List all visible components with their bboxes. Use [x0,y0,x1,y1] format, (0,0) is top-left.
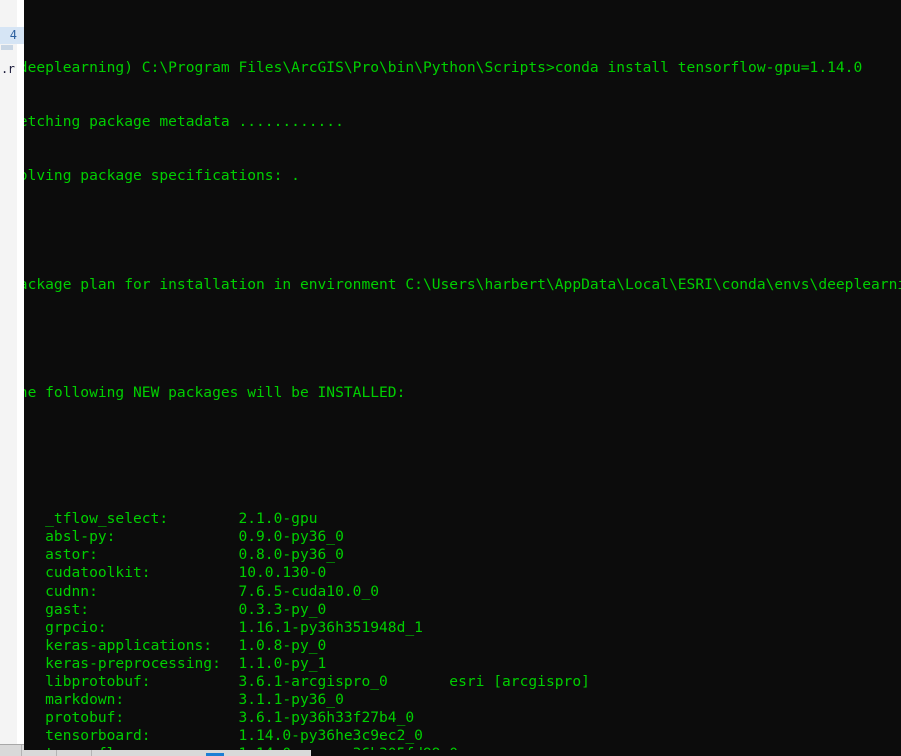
package-row: _tflow_select: 2.1.0-gpu [24,510,318,528]
editor-line-marker [1,45,13,50]
package-row: tensorboard: 1.14.0-py36he3c9ec2_0 [24,726,423,744]
package-row: keras-preprocessing: 1.1.0-py_1 [24,654,327,672]
editor-code-fragment: .r [1,62,15,76]
console-prompt-line: (deeplearning) C:\Program Files\ArcGIS\P… [24,59,863,77]
package-row: gast: 0.3.3-py_0 [24,600,327,618]
package-row: libprotobuf: 3.6.1-arcgispro_0 esri [arc… [24,672,590,690]
package-row: absl-py: 0.9.0-py36_0 [24,528,344,546]
package-row: markdown: 3.1.1-py36_0 [24,690,344,708]
package-row: cudatoolkit: 10.0.130-0 [24,564,327,582]
package-row: keras-applications: 1.0.8-py_0 [24,636,327,654]
editor-active-line-number: 4 [0,27,24,44]
console-fetching-line: Fetching package metadata ............ [24,113,344,131]
command-prompt-window[interactable]: (deeplearning) C:\Program Files\ArcGIS\P… [24,0,901,750]
taskbar-divider [21,745,22,756]
console-output[interactable]: (deeplearning) C:\Program Files\ArcGIS\P… [24,5,901,750]
console-new-packages-header: The following NEW packages will be INSTA… [24,383,406,401]
package-row: grpcio: 1.16.1-py36h351948d_1 [24,618,423,636]
package-row: tensorflow: 1.14.0-gpu_py36h305fd99_0 [24,745,901,750]
package-list: _tflow_select: 2.1.0-gpu absl-py: 0.9.0-… [24,510,901,750]
package-row: astor: 0.8.0-py36_0 [24,546,344,564]
background-window[interactable]: 4 .r [0,0,24,756]
editor-gutter [0,0,24,756]
package-row: cudnn: 7.6.5-cuda10.0_0 [24,582,380,600]
package-row: protobuf: 3.6.1-py36h33f27b4_0 [24,708,415,726]
console-solving-line: Solving package specifications: . [24,167,300,185]
console-package-plan-line: Package plan for installation in environ… [24,275,901,293]
editor-line-number-value: 4 [9,28,17,42]
